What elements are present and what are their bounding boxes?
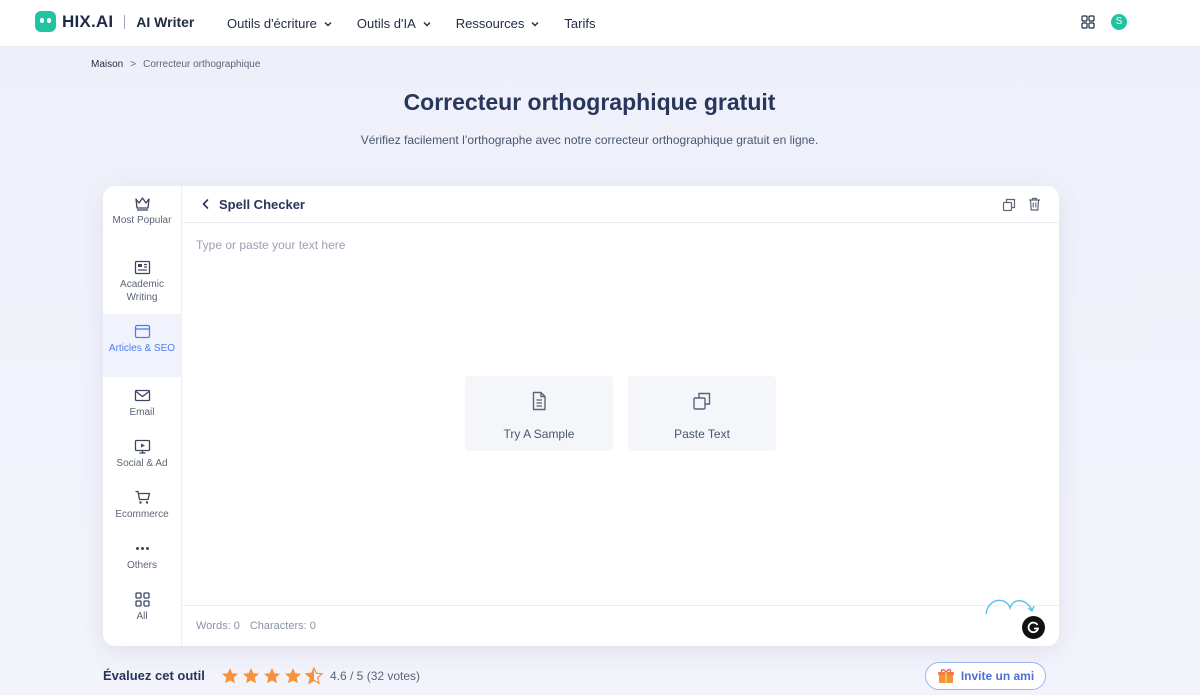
cart-icon [135,490,150,504]
sidebar-item-label: Social & Ad [116,458,168,469]
copy-icon[interactable] [1002,198,1016,212]
product-name: AI Writer [136,13,195,30]
star-icon[interactable] [221,667,239,685]
main-menu: Outils d'écriture Outils d'IA Ressources… [227,0,619,47]
tool-card: Most Popular Academic Writing Articles &… [103,186,1059,646]
sidebar-item-articles-seo[interactable]: Articles & SEO [103,314,181,377]
category-sidebar: Most Popular Academic Writing Articles &… [103,186,182,646]
sidebar-item-label: Others [126,560,157,571]
sidebar-item-label: Most Popular [112,215,172,226]
word-char-counter: Words: 0 Characters: 0 [196,620,316,632]
star-icon[interactable] [263,667,281,685]
sidebar-item-label: Email [129,407,155,418]
chevron-down-icon [324,21,332,26]
try-sample-button[interactable]: Try A Sample [465,376,613,451]
top-navbar: HIX.AI AI Writer Outils d'écriture Outil… [0,0,1200,47]
word-count: Words: 0 [196,620,240,632]
presentation-icon [134,439,150,454]
sidebar-item-most-popular[interactable]: Most Popular [103,186,181,249]
rate-tool-label: Évaluez cet outil [103,668,205,683]
breadcrumb: Maison > Correcteur orthographique [91,59,260,70]
newspaper-icon [134,260,150,275]
crown-icon [134,197,150,211]
paste-icon [693,392,711,410]
chevron-left-icon[interactable] [200,198,212,210]
sidebar-item-label: All [136,611,148,622]
sidebar-item-label: Academic Writing [120,279,164,303]
nav-pricing-label: Tarifs [564,16,596,31]
grid-icon [134,592,150,607]
nav-ai-tools-label: Outils d'IA [356,16,416,31]
paste-text-button[interactable]: Paste Text [628,376,776,451]
grammarly-icon[interactable] [1022,616,1045,639]
nav-resources-label: Ressources [455,16,525,31]
star-icon[interactable] [242,667,260,685]
page-title: Correcteur orthographique gratuit [403,89,776,115]
star-icon[interactable] [284,667,302,685]
avatar[interactable]: S [1111,14,1127,30]
tool-title: Spell Checker [219,197,305,212]
character-count: Characters: 0 [249,620,316,632]
browser-window-icon [134,324,150,339]
chevron-down-icon [423,21,431,26]
rating-value: 4.6 / 5 (32 votes) [330,669,421,683]
sidebar-item-all[interactable]: All [103,582,181,645]
logo-divider [124,14,126,29]
more-dots-icon [135,547,149,550]
star-half-icon[interactable] [305,667,323,685]
nav-ai-tools[interactable]: Outils d'IA [357,16,432,31]
breadcrumb-current: Correcteur orthographique [143,59,261,70]
brand-name: HIX.AI [62,11,114,31]
breadcrumb-home[interactable]: Maison [91,59,123,70]
chevron-down-icon [531,21,539,26]
hix-logo-icon [35,11,56,32]
nav-writing-tools-label: Outils d'écriture [227,16,317,31]
g-letter-icon [1027,621,1040,634]
rating-stars[interactable] [221,667,326,685]
invite-friend-label: Invite un ami [960,669,1035,683]
sidebar-item-academic-writing[interactable]: Academic Writing [103,250,181,313]
try-sample-label: Try A Sample [503,427,575,441]
logo[interactable]: HIX.AI AI Writer [35,11,194,32]
breadcrumb-separator: > [130,59,137,70]
nav-writing-tools[interactable]: Outils d'écriture [227,16,333,31]
mail-icon [134,389,150,402]
gift-icon [937,669,954,683]
nav-resources[interactable]: Ressources [456,16,541,31]
swirl-arrow-icon [985,599,1035,615]
sidebar-item-label: Articles & SEO [108,343,176,354]
grid-icon[interactable] [1081,15,1095,29]
invite-friend-button[interactable]: Invite un ami [925,662,1046,690]
sidebar-item-label: Ecommerce [115,509,169,520]
page-subtitle: Vérifiez facilement l’orthographe avec n… [360,133,819,147]
editor-header: Spell Checker [182,186,1059,223]
paste-text-label: Paste Text [674,427,730,441]
nav-pricing[interactable]: Tarifs [564,16,595,31]
text-input-area[interactable] [182,224,1059,605]
trash-icon[interactable] [1028,197,1041,211]
editor-footer: Words: 0 Characters: 0 [182,599,1059,646]
document-icon [532,391,546,411]
